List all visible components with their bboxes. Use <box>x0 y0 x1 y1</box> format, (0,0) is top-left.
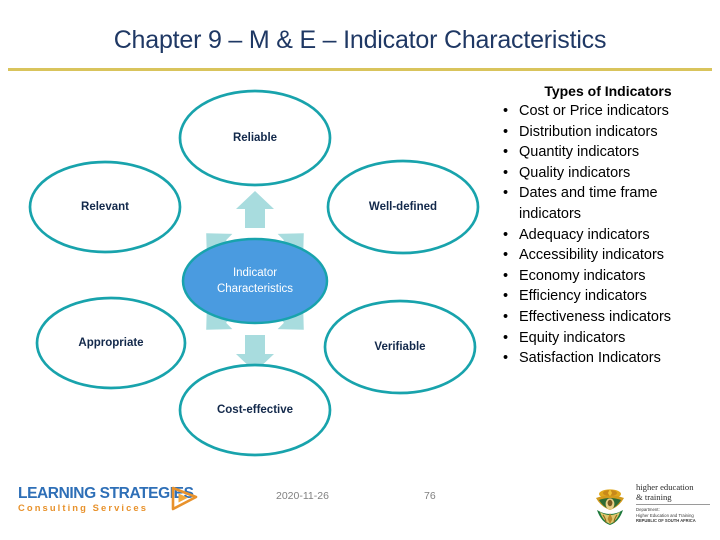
dhet-line2: & training <box>636 491 672 502</box>
slide-footer: LEARNING STRATEGIES Consulting Services … <box>0 478 720 540</box>
diagram-node-label: Reliable <box>233 132 277 144</box>
list-item: Equity indicators <box>496 328 720 349</box>
dhet-logo-text: higher education & training Department: … <box>636 482 714 523</box>
indicator-characteristics-diagram: Indicator Characteristics Reliable Well-… <box>0 78 500 468</box>
diagram-node-label: Cost-effective <box>217 404 293 416</box>
slide: Chapter 9 – M & E – Indicator Characteri… <box>0 0 720 540</box>
list-item: Economy indicators <box>496 266 720 287</box>
diagram-node-label: Appropriate <box>78 337 143 349</box>
diagram-node-cost-effective[interactable]: Cost-effective <box>178 363 332 457</box>
arrow-up-icon <box>236 191 274 228</box>
list-item: Quality indicators <box>496 163 720 184</box>
diagram-node-reliable[interactable]: Reliable <box>178 89 332 187</box>
center-label-line1: Indicator <box>233 267 277 279</box>
diagram-node-label: Well-defined <box>369 201 437 213</box>
types-of-indicators-panel: Types of Indicators Cost or Price indica… <box>496 82 720 369</box>
types-of-indicators-list: Cost or Price indicators Distribution in… <box>496 101 720 369</box>
diagram-node-label: Verifiable <box>374 341 425 353</box>
list-item: Satisfaction Indicators <box>496 348 720 369</box>
dhet-divider <box>636 504 710 506</box>
diagram-node-label: Relevant <box>81 201 129 213</box>
page-title: Chapter 9 – M & E – Indicator Characteri… <box>113 26 607 54</box>
list-item: Effectiveness indicators <box>496 307 720 328</box>
list-item: Adequacy indicators <box>496 225 720 246</box>
list-item: Dates and time frame indicators <box>496 183 720 224</box>
list-item: Cost or Price indicators <box>496 101 720 122</box>
center-label-line2: Characteristics <box>217 283 293 295</box>
south-africa-coat-of-arms-icon <box>588 485 632 527</box>
list-item: Distribution indicators <box>496 122 720 143</box>
diagram-node-appropriate[interactable]: Appropriate <box>35 296 187 390</box>
title-divider <box>8 68 712 71</box>
list-item: Efficiency indicators <box>496 286 720 307</box>
play-triangle-icon <box>170 485 198 513</box>
footer-page-number: 76 <box>424 490 436 502</box>
diagram-center-node: Indicator Characteristics <box>181 237 329 325</box>
learning-strategies-logo: LEARNING STRATEGIES Consulting Services <box>18 486 198 520</box>
list-item: Quantity indicators <box>496 142 720 163</box>
diagram-node-relevant[interactable]: Relevant <box>28 160 182 254</box>
diagram-node-well-defined[interactable]: Well-defined <box>326 159 480 255</box>
footer-date: 2020-11-26 <box>276 490 329 502</box>
dhet-country: REPUBLIC OF SOUTH AFRICA <box>636 518 696 523</box>
dhet-logo: higher education & training Department: … <box>588 482 712 530</box>
diagram-node-verifiable[interactable]: Verifiable <box>323 299 477 395</box>
list-item: Accessibility indicators <box>496 245 720 266</box>
types-of-indicators-heading: Types of Indicators <box>544 83 672 99</box>
